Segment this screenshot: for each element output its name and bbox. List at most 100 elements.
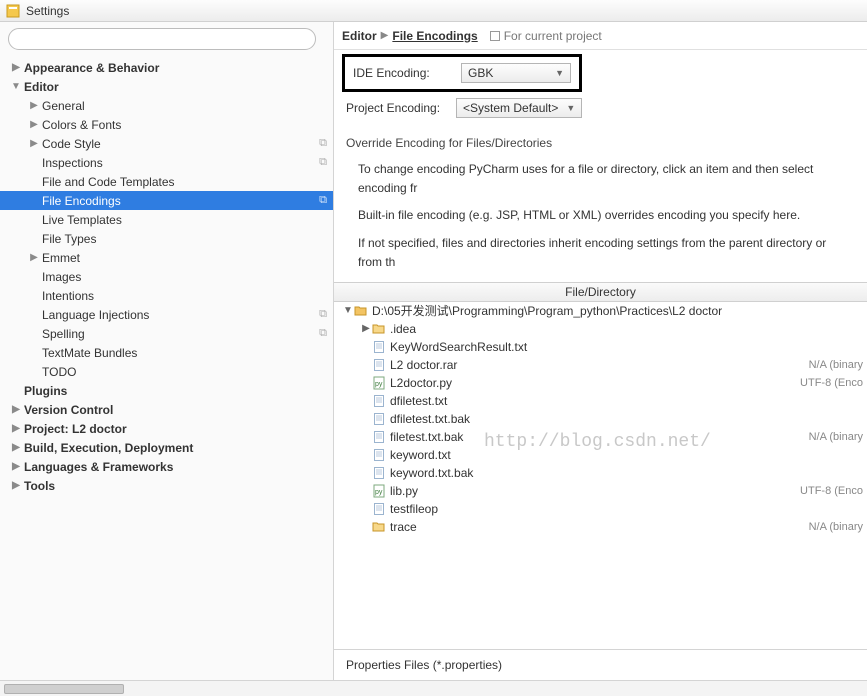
- sidebar-item-general[interactable]: ▶General: [0, 96, 333, 115]
- sidebar-item-live-templates[interactable]: Live Templates: [0, 210, 333, 229]
- sidebar-item-label: Live Templates: [42, 213, 122, 227]
- file-row[interactable]: dfiletest.txt: [334, 392, 867, 410]
- sidebar-item-label: Appearance & Behavior: [24, 61, 159, 75]
- file-icon: [372, 394, 386, 408]
- sidebar-item-label: Intentions: [42, 289, 94, 303]
- sidebar-item-plugins[interactable]: Plugins: [0, 381, 333, 400]
- py-icon: py: [372, 376, 386, 390]
- file-row[interactable]: keyword.txt.bak: [334, 464, 867, 482]
- sidebar-item-version-control[interactable]: ▶Version Control: [0, 400, 333, 419]
- properties-section-label: Properties Files (*.properties): [334, 649, 867, 680]
- project-encoding-value: <System Default>: [463, 101, 558, 115]
- sidebar-item-label: Inspections: [42, 156, 103, 170]
- file-row[interactable]: ▼ D:\05开发测试\Programming\Program_python\Pr…: [334, 302, 867, 320]
- sidebar-item-colors-fonts[interactable]: ▶Colors & Fonts: [0, 115, 333, 134]
- sidebar-item-appearance-behavior[interactable]: ▶Appearance & Behavior: [0, 58, 333, 77]
- sidebar-item-images[interactable]: Images: [0, 267, 333, 286]
- sidebar-item-label: Project: L2 doctor: [24, 422, 127, 436]
- sidebar-item-label: Tools: [24, 479, 55, 493]
- description-text: To change encoding PyCharm uses for a fi…: [334, 156, 867, 282]
- sidebar: ▶Appearance & Behavior▼Editor▶General▶Co…: [0, 22, 334, 680]
- sidebar-item-code-style[interactable]: ▶Code Style⧉: [0, 134, 333, 153]
- file-icon: [372, 502, 386, 516]
- file-row[interactable]: filetest.txt.bakN/A (binary: [334, 428, 867, 446]
- sidebar-item-label: General: [42, 99, 85, 113]
- file-encoding-value: UTF-8 (Enco: [792, 485, 863, 497]
- file-name: D:\05开发测试\Programming\Program_python\Pra…: [372, 302, 855, 319]
- file-name: keyword.txt: [390, 448, 855, 462]
- sidebar-item-label: Spelling: [42, 327, 85, 341]
- file-icon: [372, 358, 386, 372]
- sidebar-item-tools[interactable]: ▶Tools: [0, 476, 333, 495]
- file-icon: [372, 448, 386, 462]
- scrollbar-thumb[interactable]: [4, 684, 124, 694]
- sidebar-item-intentions[interactable]: Intentions: [0, 286, 333, 305]
- file-name: keyword.txt.bak: [390, 466, 855, 480]
- expand-arrow-icon: ▶: [28, 138, 40, 149]
- sidebar-item-emmet[interactable]: ▶Emmet: [0, 248, 333, 267]
- sidebar-item-file-types[interactable]: File Types: [0, 229, 333, 248]
- file-tree-header[interactable]: File/Directory: [334, 282, 867, 302]
- file-row[interactable]: KeyWordSearchResult.txt: [334, 338, 867, 356]
- horizontal-scrollbar[interactable]: [0, 680, 867, 696]
- breadcrumb-root[interactable]: Editor: [342, 29, 377, 43]
- chevron-right-icon: ▶: [381, 30, 389, 41]
- sidebar-item-label: File Encodings: [42, 194, 121, 208]
- scope-badge-icon: ⧉: [319, 156, 327, 169]
- scope-badge-icon: ⧉: [319, 194, 327, 207]
- sidebar-item-spelling[interactable]: Spelling⧉: [0, 324, 333, 343]
- sidebar-item-inspections[interactable]: Inspections ⧉: [0, 153, 333, 172]
- file-row[interactable]: L2 doctor.rarN/A (binary: [334, 356, 867, 374]
- scope-icon: [490, 31, 500, 41]
- scope-label: For current project: [504, 29, 602, 43]
- file-icon: [372, 430, 386, 444]
- ide-encoding-combo[interactable]: GBK ▼: [461, 63, 571, 83]
- file-row[interactable]: pylib.pyUTF-8 (Enco: [334, 482, 867, 500]
- file-row[interactable]: keyword.txt: [334, 446, 867, 464]
- desc-line-3: If not specified, files and directories …: [358, 234, 851, 272]
- file-row[interactable]: traceN/A (binary: [334, 518, 867, 536]
- folder-icon: [372, 322, 386, 336]
- desc-line-2: Built-in file encoding (e.g. JSP, HTML o…: [358, 206, 851, 225]
- expand-arrow-icon: ▶: [28, 252, 40, 263]
- expand-arrow-icon[interactable]: ▼: [342, 305, 354, 316]
- sidebar-item-label: Plugins: [24, 384, 67, 398]
- expand-arrow-icon[interactable]: ▶: [360, 323, 372, 334]
- sidebar-item-project-l2-doctor[interactable]: ▶Project: L2 doctor: [0, 419, 333, 438]
- sidebar-item-file-encodings[interactable]: File Encodings ⧉: [0, 191, 333, 210]
- sidebar-item-label: Images: [42, 270, 81, 284]
- expand-arrow-icon: ▶: [28, 119, 40, 130]
- sidebar-item-label: Emmet: [42, 251, 80, 265]
- app-icon: [6, 4, 20, 18]
- file-tree[interactable]: http://blog.csdn.net/ ▼D:\05开发测试\Program…: [334, 302, 867, 649]
- file-name: KeyWordSearchResult.txt: [390, 340, 855, 354]
- svg-text:py: py: [375, 381, 383, 388]
- breadcrumb: Editor ▶ File Encodings For current proj…: [334, 22, 867, 50]
- file-encoding-value: N/A (binary: [801, 359, 863, 371]
- search-input[interactable]: [8, 28, 316, 50]
- sidebar-item-todo[interactable]: TODO: [0, 362, 333, 381]
- folder-open-icon: [354, 304, 368, 318]
- desc-line-1: To change encoding PyCharm uses for a fi…: [358, 160, 851, 198]
- sidebar-item-build-execution-deployment[interactable]: ▶Build, Execution, Deployment: [0, 438, 333, 457]
- ide-encoding-label: IDE Encoding:: [353, 66, 445, 80]
- sidebar-item-languages-frameworks[interactable]: ▶Languages & Frameworks: [0, 457, 333, 476]
- sidebar-item-label: File Types: [42, 232, 96, 246]
- sidebar-item-label: File and Code Templates: [42, 175, 175, 189]
- file-row[interactable]: dfiletest.txt.bak: [334, 410, 867, 428]
- file-row[interactable]: pyL2doctor.pyUTF-8 (Enco: [334, 374, 867, 392]
- sidebar-item-editor[interactable]: ▼Editor: [0, 77, 333, 96]
- ide-encoding-value: GBK: [468, 66, 493, 80]
- sidebar-item-label: Colors & Fonts: [42, 118, 121, 132]
- chevron-down-icon: ▼: [555, 68, 564, 78]
- sidebar-item-language-injections[interactable]: Language Injections⧉: [0, 305, 333, 324]
- sidebar-item-file-and-code-templates[interactable]: File and Code Templates: [0, 172, 333, 191]
- file-row[interactable]: ▶.idea: [334, 320, 867, 338]
- project-encoding-combo[interactable]: <System Default> ▼: [456, 98, 582, 118]
- file-name: lib.py: [390, 484, 792, 498]
- file-row[interactable]: testfileop: [334, 500, 867, 518]
- override-heading: Override Encoding for Files/Directories: [334, 126, 867, 156]
- settings-tree[interactable]: ▶Appearance & Behavior▼Editor▶General▶Co…: [0, 56, 333, 680]
- sidebar-item-textmate-bundles[interactable]: TextMate Bundles: [0, 343, 333, 362]
- expand-arrow-icon: ▶: [10, 404, 22, 415]
